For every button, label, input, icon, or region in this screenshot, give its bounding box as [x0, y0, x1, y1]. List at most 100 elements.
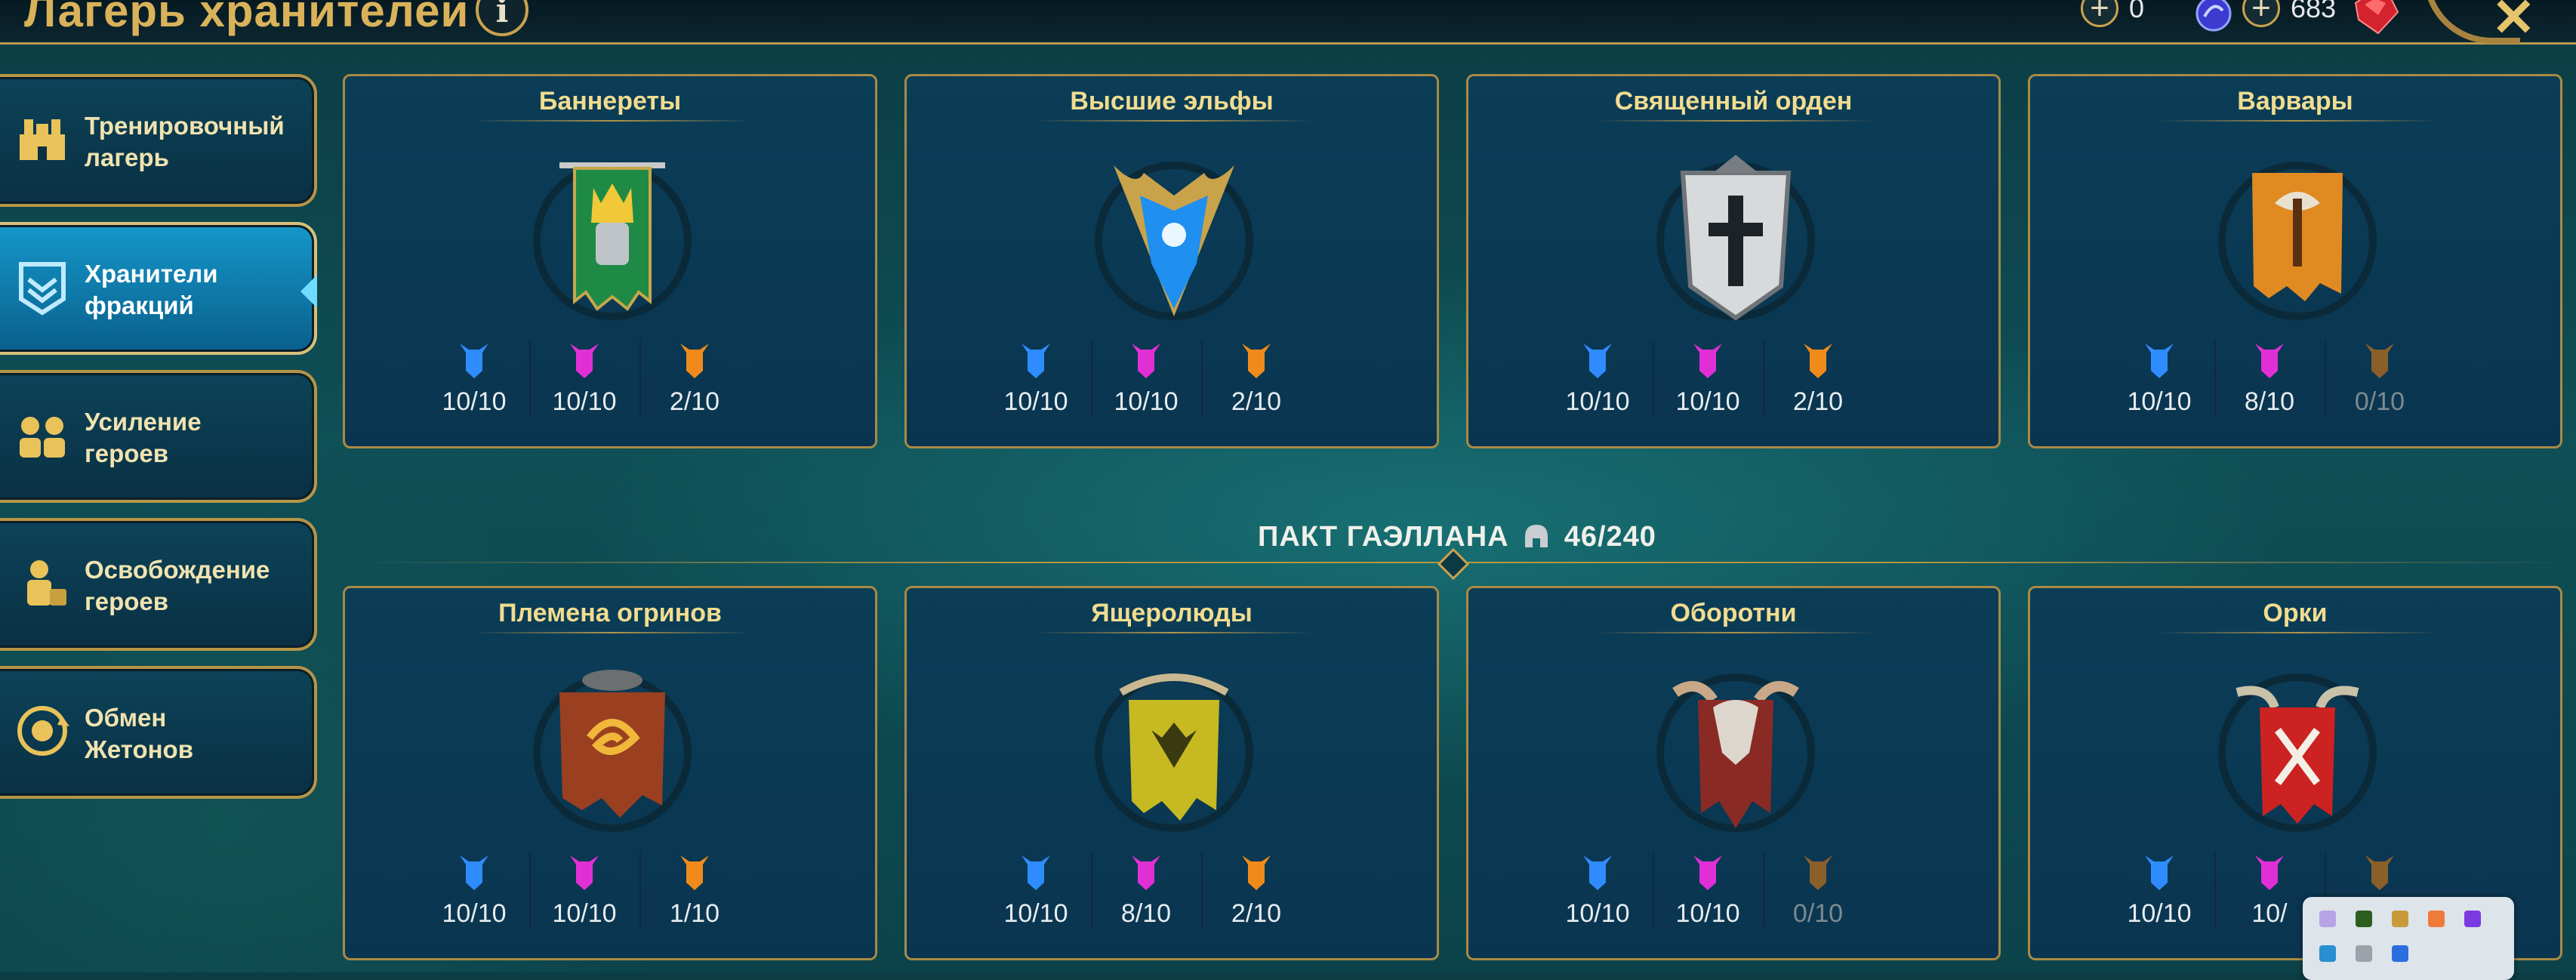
legendary-count: 2/10: [1792, 387, 1844, 416]
rare-helmet-icon: [1583, 344, 1612, 378]
epic-helmet-icon: [1693, 344, 1722, 378]
network-icon[interactable]: [2319, 945, 2336, 962]
epic-helmet-icon: [2255, 344, 2284, 378]
rare-helmet-icon: [460, 344, 488, 378]
title-divider: [1035, 120, 1313, 122]
sidebar-item-label: Освобождение героев: [85, 556, 270, 615]
camera-app-icon[interactable]: [2464, 911, 2481, 927]
training-camp-icon: [20, 119, 65, 160]
hero-stats: 10/10 10/10 2/10: [981, 341, 1311, 424]
chat-app-icon[interactable]: [2428, 911, 2445, 927]
pact-value: 46/240: [1564, 521, 1656, 553]
epic-helmet-icon: [1693, 855, 1722, 890]
rare-helmet-icon: [1021, 855, 1050, 890]
rare-helmet-icon: [460, 855, 488, 890]
epic-count: 10/10: [1675, 899, 1740, 928]
epic-count: 10/10: [1675, 387, 1740, 416]
legendary-count: 0/10: [2354, 387, 2405, 416]
grid-app-icon[interactable]: [2392, 911, 2408, 927]
ogryn-tribes-banner-icon: [533, 670, 692, 832]
epic-helmet-icon: [1132, 344, 1160, 378]
epic-helmet-icon: [1132, 855, 1160, 890]
hero-boost-icon: [20, 417, 65, 458]
rare-helmet-icon: [2145, 855, 2174, 890]
helmet-icon: [1525, 525, 1548, 547]
legendary-helmet-icon: [1804, 855, 1832, 890]
rare-count: 10/10: [1003, 899, 1068, 928]
faction-name: Варвары: [2237, 87, 2353, 116]
active-indicator: [300, 275, 317, 308]
faction-name: Ящеролюды: [1091, 599, 1253, 627]
legendary-helmet-icon: [680, 855, 709, 890]
faction-name: Священный орден: [1614, 87, 1853, 116]
faction-card-bannerets[interactable]: Баннереты 10/10 10/10 2/10: [343, 74, 877, 448]
faction-card-lizardmen[interactable]: Ящеролюды 10/10 8/10 2/10: [904, 586, 1439, 960]
sidebar-item-training-camp[interactable]: Тренировочный лагерь: [0, 74, 317, 207]
spheres-value: 0: [2129, 0, 2145, 23]
rare-helmet-icon: [1583, 855, 1612, 890]
hero-stats: 10/10 10/10 2/10: [419, 341, 750, 424]
gpu-app-icon[interactable]: [2356, 911, 2372, 927]
werewolves-banner-icon: [1656, 673, 1815, 832]
faction-name: Оборотни: [1670, 599, 1797, 627]
legendary-helmet-icon: [680, 344, 709, 378]
title-divider: [473, 632, 751, 633]
close-button[interactable]: ✕: [2491, 0, 2536, 48]
barbarians-banner-icon: [2218, 162, 2377, 320]
legendary-helmet-icon: [1242, 344, 1271, 378]
bannerets-banner-icon: [533, 162, 692, 320]
faction-guardians-icon: [19, 262, 66, 316]
hero-release-icon: [27, 560, 66, 606]
faction-card-ogryn-tribes[interactable]: Племена огринов 10/10 10/10 1/10: [343, 586, 877, 960]
faction-card-barbarians[interactable]: Варвары 10/10 8/10 0/10: [2028, 74, 2562, 448]
faction-name: Высшие эльфы: [1070, 87, 1274, 116]
legendary-helmet-icon: [1242, 855, 1271, 890]
epic-count: 10/10: [552, 899, 617, 928]
legendary-count: 1/10: [669, 899, 720, 928]
title-divider: [2158, 120, 2436, 122]
rare-count: 10/10: [1565, 387, 1630, 416]
hero-stats: 10/10 10/10 0/10: [1542, 852, 1873, 935]
sidebar-item-faction-guardians[interactable]: Хранители фракций: [0, 222, 317, 355]
sacred-order-banner-icon: [1656, 155, 1815, 321]
epic-count: 10/10: [552, 387, 617, 416]
legendary-helmet-icon: [1804, 344, 1832, 378]
sidebar-item-label: Тренировочный лагерь: [85, 112, 285, 171]
add-rubies-button[interactable]: +: [2242, 0, 2280, 27]
orcs-banner-icon: [2218, 673, 2377, 832]
sidebar-item-hero-boost[interactable]: Усиление героев: [0, 370, 317, 503]
ruby-icon: [2354, 0, 2399, 35]
rare-count: 10/10: [2127, 387, 2192, 416]
rare-count: 10/10: [1003, 387, 1068, 416]
page-title: Лагерь хранителей: [24, 0, 470, 36]
epic-helmet-icon: [570, 855, 599, 890]
faction-name: Орки: [2263, 599, 2328, 627]
top-bar: Лагерь хранителей i + 0 + 683 ✕: [0, 0, 2576, 48]
rare-count: 10/10: [442, 387, 507, 416]
pact-banner: ПАКТ ГАЭЛЛАНА 46/240: [1178, 521, 1736, 553]
add-spheres-button[interactable]: +: [2081, 0, 2118, 27]
title-divider: [1597, 120, 1875, 122]
rare-count: 10/10: [1565, 899, 1630, 928]
epic-count: 8/10: [1120, 899, 1172, 928]
faction-card-high-elves[interactable]: Высшие эльфы 10/10 10/10 2/10: [904, 74, 1439, 448]
hero-stats: 10/10 8/10 2/10: [981, 852, 1311, 935]
epic-helmet-icon: [570, 344, 599, 378]
legendary-count: 2/10: [1231, 899, 1282, 928]
sidebar-item-label: Хранители фракций: [85, 260, 218, 319]
sidebar-item-label: Усиление героев: [85, 408, 202, 467]
sidebar-item-label: Обмен Жетонов: [85, 704, 194, 763]
pen-app-icon[interactable]: [2319, 911, 2336, 927]
usb-icon[interactable]: [2356, 945, 2372, 962]
sidebar-item-hero-release[interactable]: Освобождение героев: [0, 518, 317, 651]
faction-card-werewolves[interactable]: Оборотни 10/10 10/10 0/10: [1466, 586, 2001, 960]
rare-helmet-icon: [1021, 344, 1050, 378]
bluetooth-icon[interactable]: [2392, 945, 2408, 962]
system-tray-popup: [2303, 897, 2514, 980]
sidebar-item-token-exchange[interactable]: Обмен Жетонов: [0, 666, 317, 799]
info-button[interactable]: i: [476, 0, 528, 36]
legendary-helmet-icon: [2365, 855, 2394, 890]
title-divider: [2158, 632, 2436, 633]
faction-card-sacred-order[interactable]: Священный орден 10/10 10/10 2/10: [1466, 74, 2001, 448]
epic-count: 10/10: [1114, 387, 1179, 416]
